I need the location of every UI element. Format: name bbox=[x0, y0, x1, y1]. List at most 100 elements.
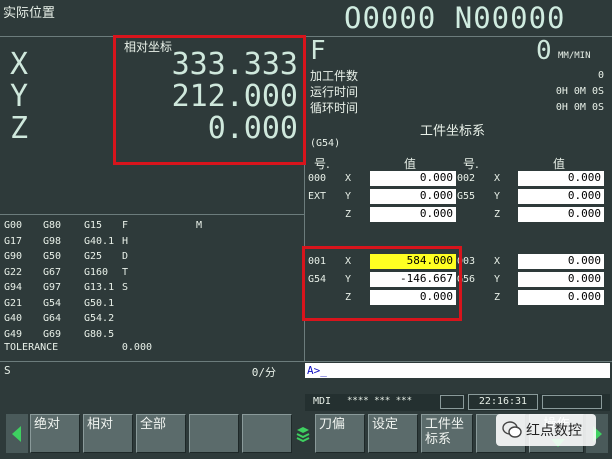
axis-x: X bbox=[494, 256, 501, 267]
page-title: 实际位置 bbox=[3, 6, 56, 21]
col-number-header-right: 号. bbox=[463, 157, 479, 171]
feed-value: 0 bbox=[536, 36, 552, 66]
g56-z-field[interactable]: 0.000 bbox=[518, 290, 604, 305]
cycle-time-label: 循环时间 bbox=[310, 101, 359, 115]
tolerance-value: 0.000 bbox=[121, 342, 152, 353]
modal-gcode: H bbox=[122, 235, 129, 247]
offset-name: EXT bbox=[308, 191, 327, 202]
modal-gcode: G69 bbox=[43, 328, 62, 340]
g56-y-field[interactable]: 0.000 bbox=[518, 272, 604, 287]
offset-number: 000 bbox=[308, 173, 327, 184]
ext-z-field[interactable]: 0.000 bbox=[370, 207, 456, 222]
program-number: O0000 N00000 bbox=[344, 1, 566, 35]
modal-gcode: G49 bbox=[4, 328, 23, 340]
softkey-tool-offset[interactable]: 刀偏 bbox=[315, 414, 365, 453]
axis-y-label: Y bbox=[10, 79, 29, 114]
run-time-label: 运行时间 bbox=[310, 85, 359, 99]
clock: 22:16:31 bbox=[468, 394, 538, 410]
spindle-value: 0/分 bbox=[251, 366, 276, 379]
spindle-label: S bbox=[4, 364, 11, 377]
modal-gcode: G50.1 bbox=[84, 297, 115, 309]
col-number-header-left: 号. bbox=[314, 157, 330, 171]
divider-left-mid bbox=[0, 214, 304, 215]
modal-gcode: G98 bbox=[43, 235, 62, 247]
axis-x-label: X bbox=[10, 47, 29, 82]
run-time-value: 0H 0M 0S bbox=[555, 86, 604, 97]
parts-count-value: 0 bbox=[597, 70, 604, 81]
command-input[interactable]: A>_ bbox=[305, 363, 610, 378]
watermark-text: 红点数控 bbox=[526, 423, 582, 439]
modal-gcode: G00 bbox=[4, 220, 23, 231]
parts-count-label: 加工件数 bbox=[310, 69, 359, 83]
annotation-box-g54 bbox=[302, 246, 462, 321]
work-coord-subtitle: (G54) bbox=[310, 138, 341, 149]
modal-gcode: G54 bbox=[43, 297, 62, 309]
modal-gcode: T bbox=[122, 266, 129, 278]
axis-y: Y bbox=[494, 191, 501, 202]
modal-gcode: D bbox=[122, 251, 129, 262]
cycle-time-value: 0H 0M 0S bbox=[555, 102, 604, 113]
modal-gcode: G67 bbox=[43, 266, 62, 278]
modal-gcode: G25 bbox=[84, 251, 103, 262]
softkey-empty-1[interactable] bbox=[189, 414, 239, 453]
feed-unit: MM/MIN bbox=[558, 51, 591, 61]
softkey-relative[interactable]: 相对 bbox=[83, 414, 133, 453]
ext-x-field[interactable]: 0.000 bbox=[370, 171, 456, 186]
wechat-icon bbox=[502, 420, 522, 440]
modal-gcode: G97 bbox=[43, 282, 62, 293]
modal-gcode: M bbox=[196, 220, 203, 231]
modal-gcode: G13.1 bbox=[84, 282, 115, 293]
feed-label: F bbox=[310, 36, 326, 66]
softkey-setting[interactable]: 设定 bbox=[368, 414, 418, 453]
axis-y: Y bbox=[345, 191, 352, 202]
modal-gcode: G94 bbox=[4, 282, 23, 293]
modal-gcode: G80.5 bbox=[84, 328, 115, 340]
annotation-box-relative bbox=[113, 35, 306, 165]
modal-gcode: F bbox=[122, 220, 129, 231]
modal-gcode: S bbox=[122, 282, 129, 293]
tolerance-label: TOLERANCE bbox=[4, 342, 59, 353]
modal-gcode: G17 bbox=[4, 235, 23, 247]
g55-x-field[interactable]: 0.000 bbox=[518, 171, 604, 186]
watermark-badge: 红点数控 bbox=[496, 414, 596, 446]
divider-status bbox=[0, 361, 612, 362]
work-coord-title: 工件坐标系 bbox=[420, 124, 486, 139]
g55-y-field[interactable]: 0.000 bbox=[518, 189, 604, 204]
offset-number: 002 bbox=[457, 173, 476, 184]
g56-x-field[interactable]: 0.000 bbox=[518, 254, 604, 269]
offset-name: G55 bbox=[457, 191, 476, 202]
softkey-all[interactable]: 全部 bbox=[136, 414, 186, 453]
softkey-absolute[interactable]: 绝对 bbox=[30, 414, 80, 453]
softkey-empty-2[interactable] bbox=[242, 414, 292, 453]
col-value-header-left: 值 bbox=[404, 157, 417, 171]
modal-gcode: G50 bbox=[43, 251, 62, 262]
col-value-header-right: 值 bbox=[553, 157, 566, 171]
axis-z: Z bbox=[345, 209, 352, 220]
axis-z: Z bbox=[494, 209, 501, 220]
modal-gcode: G54.2 bbox=[84, 313, 115, 324]
triangle-left-icon bbox=[12, 426, 21, 442]
ext-y-field[interactable]: 0.000 bbox=[370, 189, 456, 204]
mode-box bbox=[542, 395, 602, 409]
modal-gcode: G21 bbox=[4, 297, 23, 309]
modal-gcode: G160 bbox=[84, 266, 109, 278]
axis-z-label: Z bbox=[10, 111, 29, 146]
modal-gcode: G80 bbox=[43, 220, 62, 231]
axis-z: Z bbox=[494, 292, 501, 303]
prev-arrow-key[interactable] bbox=[6, 414, 28, 453]
modal-gcode: G22 bbox=[4, 266, 23, 278]
axis-x: X bbox=[345, 173, 352, 184]
mode-mdi: MDI bbox=[313, 396, 332, 407]
layers-icon bbox=[296, 426, 310, 443]
modal-gcode: G15 bbox=[84, 220, 103, 231]
modal-gcode: G90 bbox=[4, 251, 23, 262]
divider-top bbox=[0, 36, 612, 37]
mode-status-stars: **** *** *** bbox=[347, 396, 413, 406]
softkey-work-coord[interactable]: 工件坐标系 bbox=[421, 414, 473, 453]
axis-x: X bbox=[494, 173, 501, 184]
modal-gcode: G40.1 bbox=[84, 235, 115, 247]
g55-z-field[interactable]: 0.000 bbox=[518, 207, 604, 222]
modal-gcode: G40 bbox=[4, 313, 23, 324]
axis-y: Y bbox=[494, 274, 501, 285]
modal-gcode: G64 bbox=[43, 313, 62, 324]
